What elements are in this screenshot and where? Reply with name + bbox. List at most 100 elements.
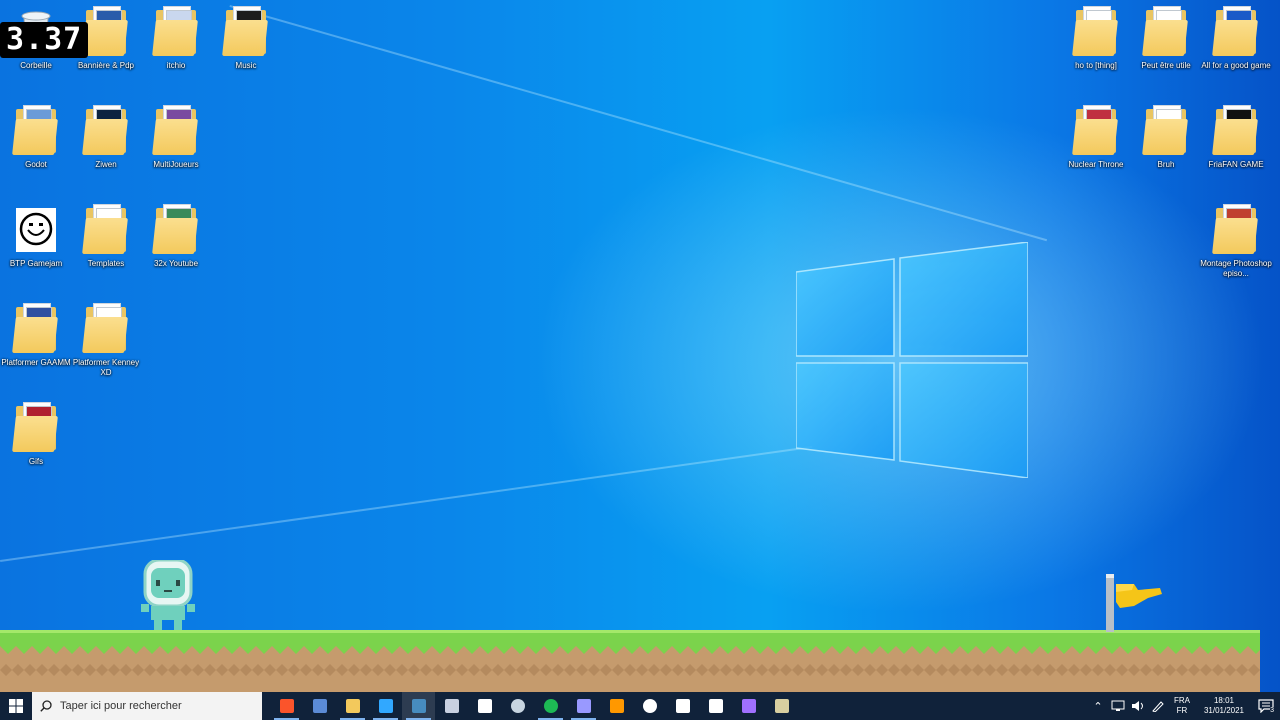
desktop-icon-32x-youtube[interactable]: 32x Youtube bbox=[140, 202, 212, 269]
taskbar-obs-button[interactable] bbox=[633, 692, 666, 720]
desktop-icon-label: Bannière & Pdp bbox=[77, 61, 135, 70]
desktop-icon-btp-gamejam[interactable]: BTP Gamejam bbox=[0, 202, 72, 269]
system-tray: ⌃ FRA FR 18:01 31/01/2021 3 bbox=[1088, 692, 1280, 720]
search-icon bbox=[40, 700, 52, 712]
desktop-icon-label: Platformer Kenney XD bbox=[72, 358, 140, 377]
desktop-icon-godot[interactable]: Godot bbox=[0, 103, 72, 170]
fps-counter: 3.37 bbox=[0, 22, 89, 58]
desktop-icon-montage-photoshop-episo[interactable]: Montage Photoshop episo... bbox=[1200, 202, 1272, 279]
folder-icon bbox=[1072, 103, 1118, 157]
folder-icon bbox=[1142, 4, 1188, 58]
desktop-icon-multijoueurs[interactable]: MultiJoueurs bbox=[140, 103, 212, 170]
taskbar-aseprite-button[interactable] bbox=[435, 692, 468, 720]
desktop-icon-gifs[interactable]: Gifs bbox=[0, 400, 72, 467]
mail-icon bbox=[312, 699, 327, 713]
tetris-icon bbox=[741, 699, 756, 713]
monitor-icon bbox=[675, 699, 690, 713]
desktop-icon-itchio[interactable]: itchio bbox=[140, 4, 212, 71]
folder-icon bbox=[152, 202, 198, 256]
desktop-icon-templates[interactable]: Templates bbox=[70, 202, 142, 269]
desktop-icon-all-for-a-good-game[interactable]: All for a good game bbox=[1200, 4, 1272, 71]
folder-icon bbox=[1142, 103, 1188, 157]
taskbar-sublime-button[interactable] bbox=[600, 692, 633, 720]
clock-date: 31/01/2021 bbox=[1203, 706, 1244, 715]
windows-logo bbox=[796, 242, 1028, 478]
folder-icon bbox=[1212, 4, 1258, 58]
folder-icon bbox=[82, 4, 128, 58]
taskbar-mail-button[interactable] bbox=[303, 692, 336, 720]
desktop-icon-platformer-kenney-xd[interactable]: Platformer Kenney XD bbox=[70, 301, 142, 378]
language-indicator[interactable]: FRA FR bbox=[1174, 696, 1190, 716]
taskbar-spotify-button[interactable] bbox=[534, 692, 567, 720]
desktop-icon-label: Gifs bbox=[28, 457, 44, 466]
language-code: FRA bbox=[1173, 696, 1190, 705]
clock-time: 18:01 bbox=[1213, 696, 1234, 705]
pen-workspace-icon[interactable] bbox=[1150, 700, 1166, 712]
folder-icon bbox=[82, 103, 128, 157]
network-icon[interactable] bbox=[1110, 700, 1126, 712]
taskbar-tetris-button[interactable] bbox=[732, 692, 765, 720]
taskbar-photoshop-button[interactable] bbox=[369, 692, 402, 720]
desktop-icon-label: Platformer GAAMM bbox=[1, 358, 71, 367]
ground-tiles bbox=[0, 630, 1260, 692]
action-center-button[interactable]: 3 bbox=[1252, 692, 1280, 720]
taskbar-premiere-button[interactable] bbox=[567, 692, 600, 720]
desktop-icon-label: Bruh bbox=[1157, 160, 1175, 169]
desktop-icon-label: MultiJoueurs bbox=[153, 160, 199, 169]
sublime-icon bbox=[609, 699, 624, 713]
desktop-icon-label: BTP Gamejam bbox=[9, 259, 63, 268]
folder-icon bbox=[1212, 202, 1258, 256]
taskbar-monitor-button[interactable] bbox=[666, 692, 699, 720]
taskbar-twitch-button[interactable] bbox=[468, 692, 501, 720]
desktop-icon-platformer-gaamm[interactable]: Platformer GAAMM bbox=[0, 301, 72, 368]
godot-icon bbox=[411, 699, 426, 713]
taskbar-brave-button[interactable] bbox=[270, 692, 303, 720]
search-input[interactable]: Taper ici pour rechercher bbox=[32, 692, 262, 720]
taskbar-notes-button[interactable] bbox=[765, 692, 798, 720]
desktop-icon-label: itchio bbox=[166, 61, 186, 70]
desktop-icon-label: FriaFAN GAME bbox=[1208, 160, 1264, 169]
desktop-icon-ho-to-thing[interactable]: ho to [thing] bbox=[1060, 4, 1132, 71]
obs-icon bbox=[642, 699, 657, 713]
search-placeholder: Taper ici pour rechercher bbox=[60, 700, 182, 712]
start-button[interactable] bbox=[0, 692, 32, 720]
desktop-icon-friafan-game[interactable]: FriaFAN GAME bbox=[1200, 103, 1272, 170]
premiere-icon bbox=[576, 699, 591, 713]
clock[interactable]: 18:01 31/01/2021 bbox=[1204, 696, 1244, 716]
desktop-icon-label: Ziwen bbox=[95, 160, 117, 169]
volume-icon[interactable] bbox=[1130, 700, 1146, 712]
desktop: Corbeille Bannière & Pdp itchio Music Godot Z… bbox=[0, 0, 1280, 692]
goal-flag bbox=[1106, 574, 1162, 632]
spotify-icon bbox=[543, 699, 558, 713]
desktop-icon-label: Nuclear Throne bbox=[1068, 160, 1124, 169]
desktop-icon-label: ho to [thing] bbox=[1075, 61, 1117, 70]
folder-icon bbox=[1072, 4, 1118, 58]
folder-icon bbox=[82, 301, 128, 355]
steam-icon bbox=[510, 699, 525, 713]
notification-count: 3 bbox=[1270, 707, 1274, 715]
desktop-icon-bruh[interactable]: Bruh bbox=[1130, 103, 1202, 170]
taskbar-epic-games-button[interactable] bbox=[699, 692, 732, 720]
taskbar: Taper ici pour rechercher ⌃ FRA FR 18:01… bbox=[0, 692, 1280, 720]
keyboard-layout: FR bbox=[1176, 706, 1188, 715]
epic-games-icon bbox=[708, 699, 723, 713]
desktop-icon-label: Montage Photoshop episo... bbox=[1200, 259, 1272, 278]
show-hidden-icons-chevron-icon[interactable]: ⌃ bbox=[1090, 700, 1106, 713]
desktop-icon-peut-tre-utile[interactable]: Peut être utile bbox=[1130, 4, 1202, 71]
folder-icon bbox=[12, 400, 58, 454]
desktop-icon-nuclear-throne[interactable]: Nuclear Throne bbox=[1060, 103, 1132, 170]
notes-icon bbox=[774, 699, 789, 713]
desktop-icon-ziwen[interactable]: Ziwen bbox=[70, 103, 142, 170]
player-character bbox=[141, 560, 195, 630]
taskbar-godot-button[interactable] bbox=[402, 692, 435, 720]
folder-icon bbox=[1212, 103, 1258, 157]
light-beam bbox=[229, 5, 1048, 242]
aseprite-icon bbox=[444, 699, 459, 713]
windows-start-icon bbox=[9, 699, 23, 713]
folder-icon bbox=[222, 4, 268, 58]
light-beam bbox=[0, 445, 813, 562]
desktop-icon-label: Templates bbox=[87, 259, 125, 268]
desktop-icon-music[interactable]: Music bbox=[210, 4, 282, 71]
taskbar-steam-button[interactable] bbox=[501, 692, 534, 720]
taskbar-file-explorer-button[interactable] bbox=[336, 692, 369, 720]
